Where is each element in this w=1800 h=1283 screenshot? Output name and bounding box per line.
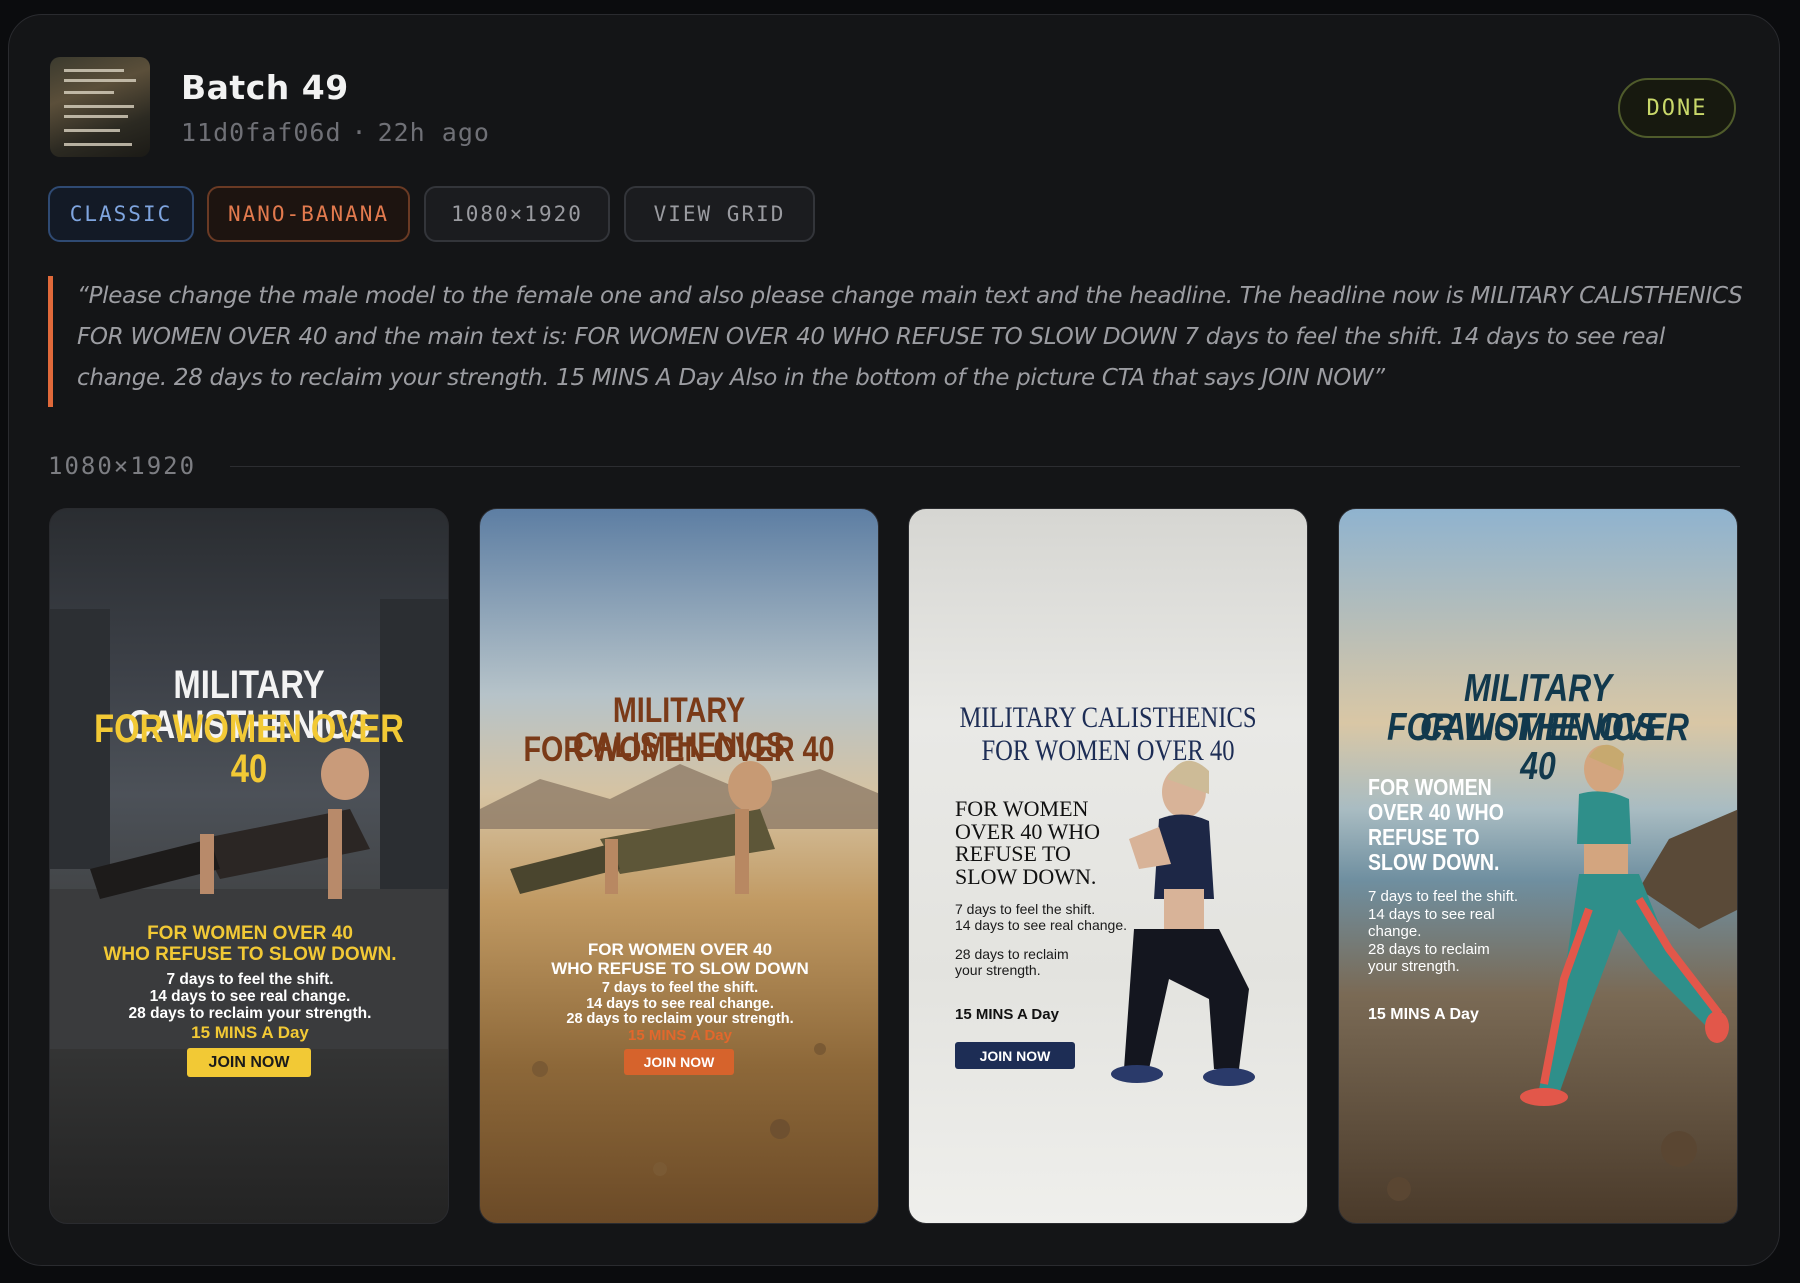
- image-tile-4[interactable]: MILITARY CALISTHENICS FOR WOMEN OVER 40 …: [1338, 508, 1738, 1224]
- meta-separator: ·: [351, 118, 368, 147]
- batch-meta: 11d0faf06d · 22h ago: [181, 118, 490, 147]
- tile-1-mins: 15 MINS A Day: [191, 1023, 309, 1042]
- tile-4-subheadline: FOR WOMEN OVER 40 WHO REFUSE TO SLOW DOW…: [1368, 774, 1504, 875]
- batch-title: Batch 49: [181, 68, 349, 107]
- image-tile-3[interactable]: MILITARY CALISTHENICS FOR WOMEN OVER 40 …: [908, 508, 1308, 1224]
- batch-thumbnail[interactable]: [50, 57, 150, 157]
- tile-1-headline-2: FOR WOMEN OVER 40: [94, 707, 404, 791]
- tile-3-body-2: 28 days to reclaim your strength.: [955, 946, 1069, 978]
- image-tile-1[interactable]: MILITARY CALISTHENICS FOR WOMEN OVER 40 …: [49, 508, 449, 1224]
- tile-2-cta: JOIN NOW: [624, 1049, 734, 1075]
- prompt-text: “Please change the male model to the fem…: [77, 283, 1743, 391]
- tag-classic: CLASSIC: [48, 186, 194, 242]
- tile-2-mins: 15 MINS A Day: [628, 1027, 732, 1044]
- tile-3-body: 7 days to feel the shift. 14 days to see…: [955, 901, 1128, 933]
- section-divider: [230, 466, 1740, 467]
- tile-3-cta: JOIN NOW: [955, 1042, 1075, 1069]
- tile-3-mins: 15 MINS A Day: [955, 1006, 1059, 1023]
- prompt-quote: “Please change the male model to the fem…: [48, 276, 1748, 407]
- woman-pushup-figure: [50, 599, 448, 1049]
- tile-3-headline-1: MILITARY CALISTHENICS: [959, 701, 1257, 734]
- tile-2-subheadline: FOR WOMEN OVER 40 WHO REFUSE TO SLOW DOW…: [551, 940, 809, 978]
- batch-id: 11d0faf06d: [181, 118, 342, 147]
- tile-1-body: 7 days to feel the shift. 14 days to see…: [128, 971, 372, 1022]
- tile-4-mins: 15 MINS A Day: [1368, 1006, 1479, 1023]
- tile-3-subheadline: FOR WOMEN OVER 40 WHO REFUSE TO SLOW DOW…: [955, 796, 1101, 889]
- tag-model: NANO-BANANA: [207, 186, 410, 242]
- tile-2-body: 7 days to feel the shift. 14 days to see…: [566, 980, 794, 1027]
- section-label: 1080×1920: [48, 452, 197, 480]
- tile-1-cta: JOIN NOW: [187, 1048, 311, 1077]
- woman-pushup-desert-figure: [480, 761, 878, 1176]
- batch-age: 22h ago: [377, 118, 490, 147]
- tile-3-headline-2: FOR WOMEN OVER 40: [981, 734, 1235, 767]
- tile-2-headline-2: FOR WOMEN OVER 40: [523, 730, 835, 769]
- image-tile-2[interactable]: MILITARY CALISTHENICS FOR WOMEN OVER 40 …: [479, 508, 879, 1224]
- tag-size: 1080×1920: [424, 186, 610, 242]
- tile-4-body: 7 days to feel the shift. 14 days to see…: [1368, 888, 1519, 975]
- status-badge-done: DONE: [1618, 78, 1736, 138]
- view-grid-button[interactable]: VIEW GRID: [624, 186, 815, 242]
- tile-1-subheadline: FOR WOMEN OVER 40 WHO REFUSE TO SLOW DOW…: [103, 923, 397, 965]
